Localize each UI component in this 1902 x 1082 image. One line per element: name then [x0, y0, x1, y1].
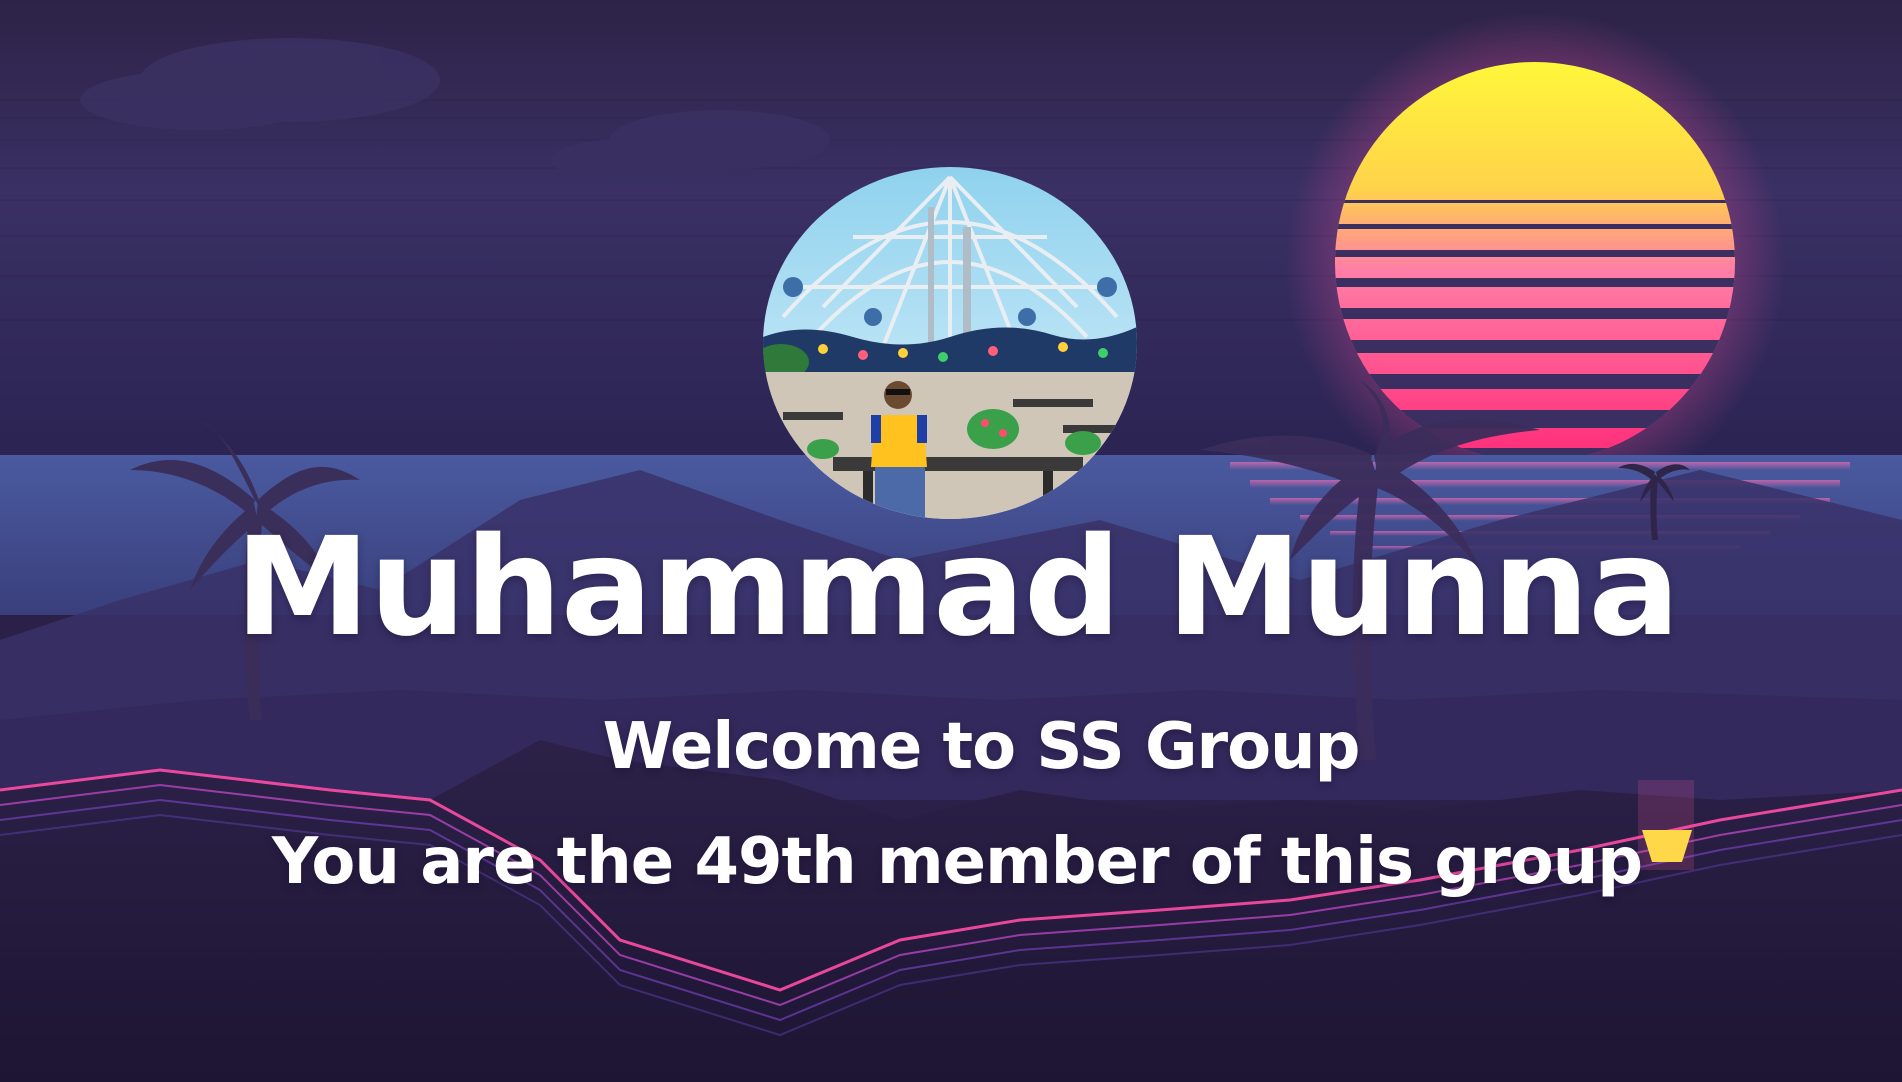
- avatar: [763, 167, 1137, 519]
- member-count-message: You are the 49th member of this group: [271, 825, 1643, 899]
- profile-photo-icon: [763, 167, 1137, 519]
- welcome-card: Muhammad Munna Welcome to SS Group You a…: [0, 0, 1902, 1082]
- welcome-message: Welcome to SS Group: [602, 710, 1361, 784]
- member-name: Muhammad Munna: [234, 509, 1680, 667]
